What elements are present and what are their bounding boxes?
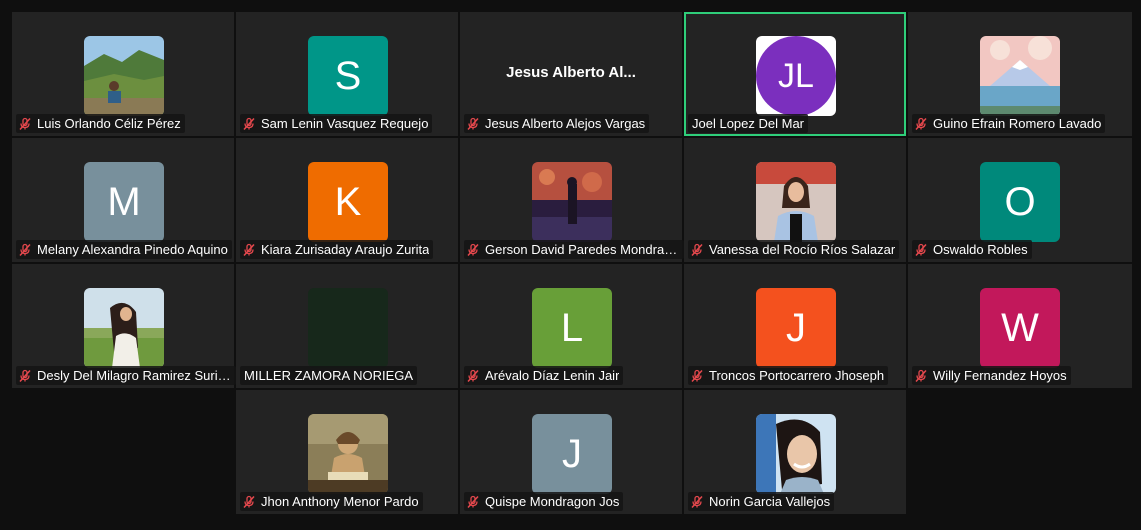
participant-avatar xyxy=(308,288,388,368)
mic-muted-icon xyxy=(466,369,485,383)
mic-muted-icon xyxy=(914,243,933,257)
gallery-grid: Luis Orlando Céliz Pérez S Sam Lenin Vasqu… xyxy=(0,0,1141,530)
participant-name-label: Troncos Portocarrero Jhoseph xyxy=(688,366,889,385)
participant-tile[interactable]: JL Joel Lopez Del Mar xyxy=(684,12,906,136)
participant-tile[interactable]: Luis Orlando Céliz Pérez xyxy=(12,12,234,136)
participant-name-label: Melany Alexandra Pinedo Aquino xyxy=(16,240,232,259)
participant-photo xyxy=(84,288,164,368)
participant-name: Guino Efrain Romero Lavado xyxy=(933,116,1102,131)
participant-avatar: L xyxy=(532,288,612,368)
participant-name: Kiara Zurisaday Araujo Zurita xyxy=(261,242,430,257)
mic-muted-icon xyxy=(18,243,37,257)
mic-muted-icon xyxy=(18,117,37,131)
participant-name-label: Luis Orlando Céliz Pérez xyxy=(16,114,185,133)
participant-name-label: Quispe Mondragon Jos xyxy=(464,492,624,511)
participant-name: Willy Fernandez Hoyos xyxy=(933,368,1067,383)
participant-tile[interactable]: S Sam Lenin Vasquez Requejo xyxy=(236,12,458,136)
participant-photo xyxy=(756,414,836,494)
participant-name: Gerson David Paredes Mondrag... xyxy=(485,242,680,257)
participant-name-label: Willy Fernandez Hoyos xyxy=(912,366,1071,385)
participant-photo xyxy=(980,36,1060,116)
mic-muted-icon xyxy=(466,495,485,509)
participant-tile[interactable]: M Melany Alexandra Pinedo Aquino xyxy=(12,138,234,262)
participant-name: Troncos Portocarrero Jhoseph xyxy=(709,368,885,383)
participant-photo xyxy=(308,414,388,494)
participant-name-label: Kiara Zurisaday Araujo Zurita xyxy=(240,240,434,259)
participant-name-label: Desly Del Milagro Ramirez Suric... xyxy=(16,366,236,385)
participant-avatar: W xyxy=(980,288,1060,368)
participant-name: Sam Lenin Vasquez Requejo xyxy=(261,116,429,131)
avatar-initials: JL xyxy=(756,36,836,116)
mic-muted-icon xyxy=(242,495,261,509)
mic-muted-icon xyxy=(690,369,709,383)
mic-muted-icon xyxy=(690,243,709,257)
mic-muted-icon xyxy=(914,369,933,383)
participant-name-label: Arévalo Díaz Lenin Jair xyxy=(464,366,624,385)
participant-name-label: Jhon Anthony Menor Pardo xyxy=(240,492,423,511)
participant-tile[interactable]: J Quispe Mondragon Jos xyxy=(460,390,682,514)
mic-muted-icon xyxy=(914,117,933,131)
participant-avatar: J xyxy=(756,288,836,368)
participant-name-label: MILLER ZAMORA NORIEGA xyxy=(240,366,418,385)
participant-name: Norin Garcia Vallejos xyxy=(709,494,831,509)
participant-tile[interactable]: Gerson David Paredes Mondrag... xyxy=(460,138,684,262)
participant-name-label: Jesus Alberto Alejos Vargas xyxy=(464,114,650,133)
participant-name: Desly Del Milagro Ramirez Suric... xyxy=(37,368,232,383)
participant-display-name: Jesus Alberto Al... xyxy=(506,64,636,81)
participant-name-label: Gerson David Paredes Mondrag... xyxy=(464,240,684,259)
participant-name: Jhon Anthony Menor Pardo xyxy=(261,494,419,509)
participant-avatar: M xyxy=(84,162,164,242)
participant-avatar: S xyxy=(308,36,388,116)
participant-name: Joel Lopez Del Mar xyxy=(692,116,804,131)
participant-name-label: Vanessa del Rocío Ríos Salazar xyxy=(688,240,900,259)
participant-tile[interactable]: O Oswaldo Robles xyxy=(908,138,1132,262)
participant-tile[interactable]: W Willy Fernandez Hoyos xyxy=(908,264,1132,388)
participant-photo xyxy=(756,162,836,242)
participant-tile[interactable]: J Troncos Portocarrero Jhoseph xyxy=(684,264,906,388)
participant-name: Oswaldo Robles xyxy=(933,242,1028,257)
mic-muted-icon xyxy=(466,117,485,131)
participant-tile[interactable]: Desly Del Milagro Ramirez Suric... xyxy=(12,264,236,388)
participant-name: Arévalo Díaz Lenin Jair xyxy=(485,368,620,383)
participant-tile[interactable]: Jesus Alberto Al... Jesus Alberto Alejos … xyxy=(460,12,682,136)
participant-photo xyxy=(532,162,612,242)
participant-tile[interactable]: Jhon Anthony Menor Pardo xyxy=(236,390,458,514)
participant-avatar: J xyxy=(532,414,612,494)
participant-name: Jesus Alberto Alejos Vargas xyxy=(485,116,646,131)
participant-name-label: Guino Efrain Romero Lavado xyxy=(912,114,1106,133)
participant-name: Quispe Mondragon Jos xyxy=(485,494,620,509)
participant-tile[interactable]: Vanessa del Rocío Ríos Salazar xyxy=(684,138,906,262)
mic-muted-icon xyxy=(18,369,37,383)
participant-photo xyxy=(84,36,164,116)
mic-muted-icon xyxy=(242,117,261,131)
participant-tile[interactable]: MILLER ZAMORA NORIEGA xyxy=(236,264,458,388)
participant-name: Vanessa del Rocío Ríos Salazar xyxy=(709,242,896,257)
participant-avatar: O xyxy=(980,162,1060,242)
participant-name: Melany Alexandra Pinedo Aquino xyxy=(37,242,228,257)
participant-name: MILLER ZAMORA NORIEGA xyxy=(244,368,414,383)
participant-avatar: JL xyxy=(756,36,836,116)
participant-avatar: K xyxy=(308,162,388,242)
mic-muted-icon xyxy=(242,243,261,257)
participant-name-label: Joel Lopez Del Mar xyxy=(688,114,808,133)
participant-name-label: Sam Lenin Vasquez Requejo xyxy=(240,114,433,133)
participant-tile[interactable]: K Kiara Zurisaday Araujo Zurita xyxy=(236,138,458,262)
participant-tile[interactable]: Guino Efrain Romero Lavado xyxy=(908,12,1132,136)
participant-tile[interactable]: Norin Garcia Vallejos xyxy=(684,390,906,514)
mic-muted-icon xyxy=(466,243,485,257)
participant-name: Luis Orlando Céliz Pérez xyxy=(37,116,181,131)
mic-muted-icon xyxy=(690,495,709,509)
participant-name-label: Oswaldo Robles xyxy=(912,240,1032,259)
participant-tile[interactable]: L Arévalo Díaz Lenin Jair xyxy=(460,264,682,388)
participant-name-label: Norin Garcia Vallejos xyxy=(688,492,835,511)
